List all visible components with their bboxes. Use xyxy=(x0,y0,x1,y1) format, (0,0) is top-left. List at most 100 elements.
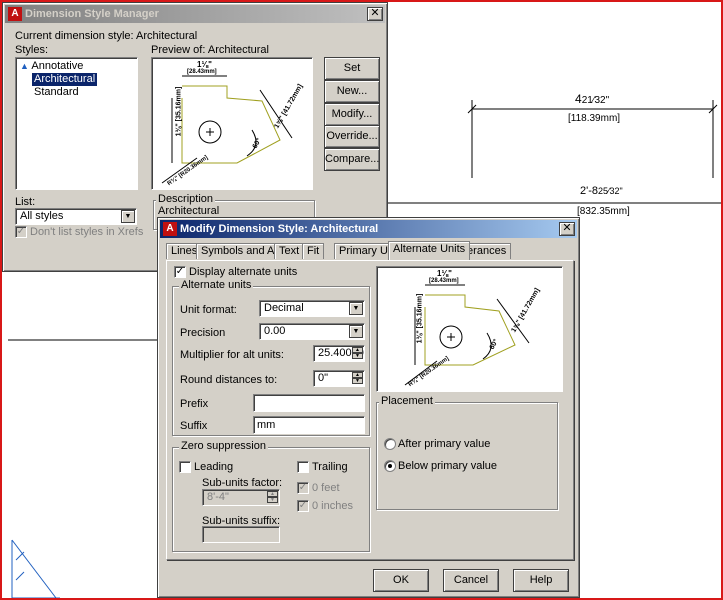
mds-preview-drawing xyxy=(404,284,530,386)
zero-feet-checkbox[interactable]: ✓ xyxy=(297,482,309,494)
drawing-dim-bottom: 2'-825⁄32" xyxy=(580,185,623,197)
preview-label: Preview of: Architectural xyxy=(151,44,269,56)
style-item-standard[interactable]: Standard xyxy=(32,86,81,99)
styles-list[interactable]: ▲ Annotative Architectural Standard xyxy=(15,57,138,190)
suffix-value: mm xyxy=(257,419,276,431)
list-filter-value: All styles xyxy=(20,210,64,222)
dsm-title: Dimension Style Manager xyxy=(25,8,159,20)
precision-value: 0.00 xyxy=(264,325,286,337)
trailing-checkbox[interactable] xyxy=(297,461,309,473)
zero-inches-checkbox[interactable]: ✓ xyxy=(297,500,309,512)
tab-alternate-units[interactable]: Alternate Units xyxy=(388,241,471,260)
subunits-factor-value: 8'-4" xyxy=(207,491,229,503)
autocad-app-icon: A xyxy=(163,222,177,236)
prefix-input[interactable] xyxy=(253,394,365,412)
dim-top-whole: 4 xyxy=(575,92,582,106)
dim-bottom-main: 2'-8 xyxy=(580,185,598,197)
style-item-label: Annotative xyxy=(31,60,84,72)
zero-suppression-group-title: Zero suppression xyxy=(179,440,268,452)
placement-group-title: Placement xyxy=(379,395,435,407)
modify-dimension-style-window: A Modify Dimension Style: Architectural … xyxy=(157,217,580,598)
tab-strip: Lines Symbols and Arrows Text Fit Primar… xyxy=(166,241,576,261)
style-item-architectural[interactable]: Architectural xyxy=(32,73,98,86)
mds-preview-left-alt-text: [35.16mm] xyxy=(416,293,424,329)
tab-text[interactable]: Text xyxy=(274,243,305,259)
preview-left-dim-text: 1⅜" xyxy=(175,123,183,137)
round-distances-spinner[interactable]: 0" ▲ ▼ xyxy=(313,370,365,387)
dsm-preview: 1⅛" [28.43mm] 1⅜" [35.16mm] 1⅝" [41.72mm… xyxy=(151,57,313,190)
spinner-arrows[interactable]: ▲ ▼ xyxy=(352,347,363,360)
description-label: Description xyxy=(156,193,216,205)
chevron-down-icon[interactable]: ▼ xyxy=(121,210,135,223)
subunits-suffix-input[interactable] xyxy=(202,526,280,543)
leading-label: Leading xyxy=(194,461,234,473)
xrefs-checkbox[interactable]: ✓ xyxy=(15,226,27,238)
zero-inches-label: 0 inches xyxy=(312,500,353,512)
styles-label: Styles: xyxy=(15,44,49,56)
alternate-units-group-title: Alternate units xyxy=(179,279,254,291)
subunits-factor-label: Sub-units factor: xyxy=(202,477,283,489)
precision-combo[interactable]: 0.00 ▼ xyxy=(259,323,365,340)
subunits-factor-spinner[interactable]: 8'-4" ▲ ▼ xyxy=(202,489,280,506)
description-value: Architectural xyxy=(158,205,220,217)
precision-label: Precision xyxy=(180,327,226,339)
leading-checkbox[interactable] xyxy=(179,461,191,473)
cancel-button[interactable]: Cancel xyxy=(443,569,499,592)
round-distances-label: Round distances to: xyxy=(180,374,278,386)
spinner-arrows[interactable]: ▲ ▼ xyxy=(352,372,363,385)
dim-top-frac: 21⁄32" xyxy=(581,95,610,106)
override-button[interactable]: Override... xyxy=(324,125,380,148)
spinner-arrows[interactable]: ▲ ▼ xyxy=(267,491,278,504)
dsm-titlebar[interactable]: A Dimension Style Manager ✕ xyxy=(5,5,385,23)
display-alt-units-label: Display alternate units xyxy=(189,266,298,278)
preview-top-dim: 1⅛" xyxy=(197,60,212,69)
help-button[interactable]: Help xyxy=(513,569,569,592)
mds-preview: 1⅛" [28.43mm] 1⅜" [35.16mm] 1⅝" [41.72mm… xyxy=(376,266,563,392)
below-primary-label: Below primary value xyxy=(398,460,498,472)
set-current-button[interactable]: Set Current xyxy=(324,57,380,95)
multiplier-label: Multiplier for alt units: xyxy=(180,349,284,361)
spin-down-icon[interactable]: ▼ xyxy=(352,353,363,359)
dim-bottom-frac: 25⁄32" xyxy=(598,186,623,196)
unit-format-combo[interactable]: Decimal ▼ xyxy=(259,300,365,317)
mds-preview-left-dim: 1⅜" [35.16mm] xyxy=(416,294,423,344)
suffix-label: Suffix xyxy=(180,420,208,432)
ok-button[interactable]: OK xyxy=(373,569,429,592)
mds-title: Modify Dimension Style: Architectural xyxy=(180,223,379,235)
mds-titlebar[interactable]: A Modify Dimension Style: Architectural … xyxy=(160,220,577,238)
unit-format-value: Decimal xyxy=(264,302,304,314)
list-filter-combo[interactable]: All styles ▼ xyxy=(15,208,137,225)
trailing-label: Trailing xyxy=(312,461,348,473)
preview-left-dim: 1⅜" [35.16mm] xyxy=(175,87,182,137)
style-item-annotative[interactable]: ▲ Annotative xyxy=(18,60,85,73)
prefix-label: Prefix xyxy=(180,398,209,410)
tab-fit[interactable]: Fit xyxy=(302,243,325,259)
autocad-app-icon: A xyxy=(8,7,22,21)
spin-down-icon[interactable]: ▼ xyxy=(267,497,278,503)
close-icon[interactable]: ✕ xyxy=(367,7,383,21)
unit-format-label: Unit format: xyxy=(180,304,237,316)
close-icon[interactable]: ✕ xyxy=(559,222,575,236)
new-button[interactable]: New... xyxy=(324,80,380,103)
multiplier-spinner[interactable]: 25.40000 ▲ ▼ xyxy=(313,345,365,362)
list-label: List: xyxy=(15,196,36,208)
modify-button[interactable]: Modify... xyxy=(324,103,380,126)
annotative-icon: ▲ xyxy=(20,61,29,71)
drawing-dim-top-alt: [118.39mm] xyxy=(568,113,621,124)
mds-preview-top-dim: 1⅛" xyxy=(437,269,452,278)
below-primary-radio[interactable] xyxy=(384,460,396,472)
after-primary-radio[interactable] xyxy=(384,438,396,450)
preview-left-alt-text: [35.16mm] xyxy=(175,86,183,122)
current-style-label: Current dimension style: Architectural xyxy=(15,30,198,42)
display-alt-units-checkbox[interactable]: ✓ xyxy=(174,266,186,278)
drawing-dim-bottom-alt: [832.35mm] xyxy=(577,206,630,217)
preview-top-alt: [28.43mm] xyxy=(187,69,217,75)
placement-group: Placement xyxy=(376,395,558,510)
spin-down-icon[interactable]: ▼ xyxy=(352,378,363,384)
xrefs-label: Don't list styles in Xrefs xyxy=(30,226,144,238)
chevron-down-icon[interactable]: ▼ xyxy=(349,302,363,315)
suffix-input[interactable]: mm xyxy=(253,416,365,434)
chevron-down-icon[interactable]: ▼ xyxy=(349,325,363,338)
compare-button[interactable]: Compare... xyxy=(324,148,380,171)
drawing-dim-top: 421⁄32" xyxy=(575,92,609,106)
